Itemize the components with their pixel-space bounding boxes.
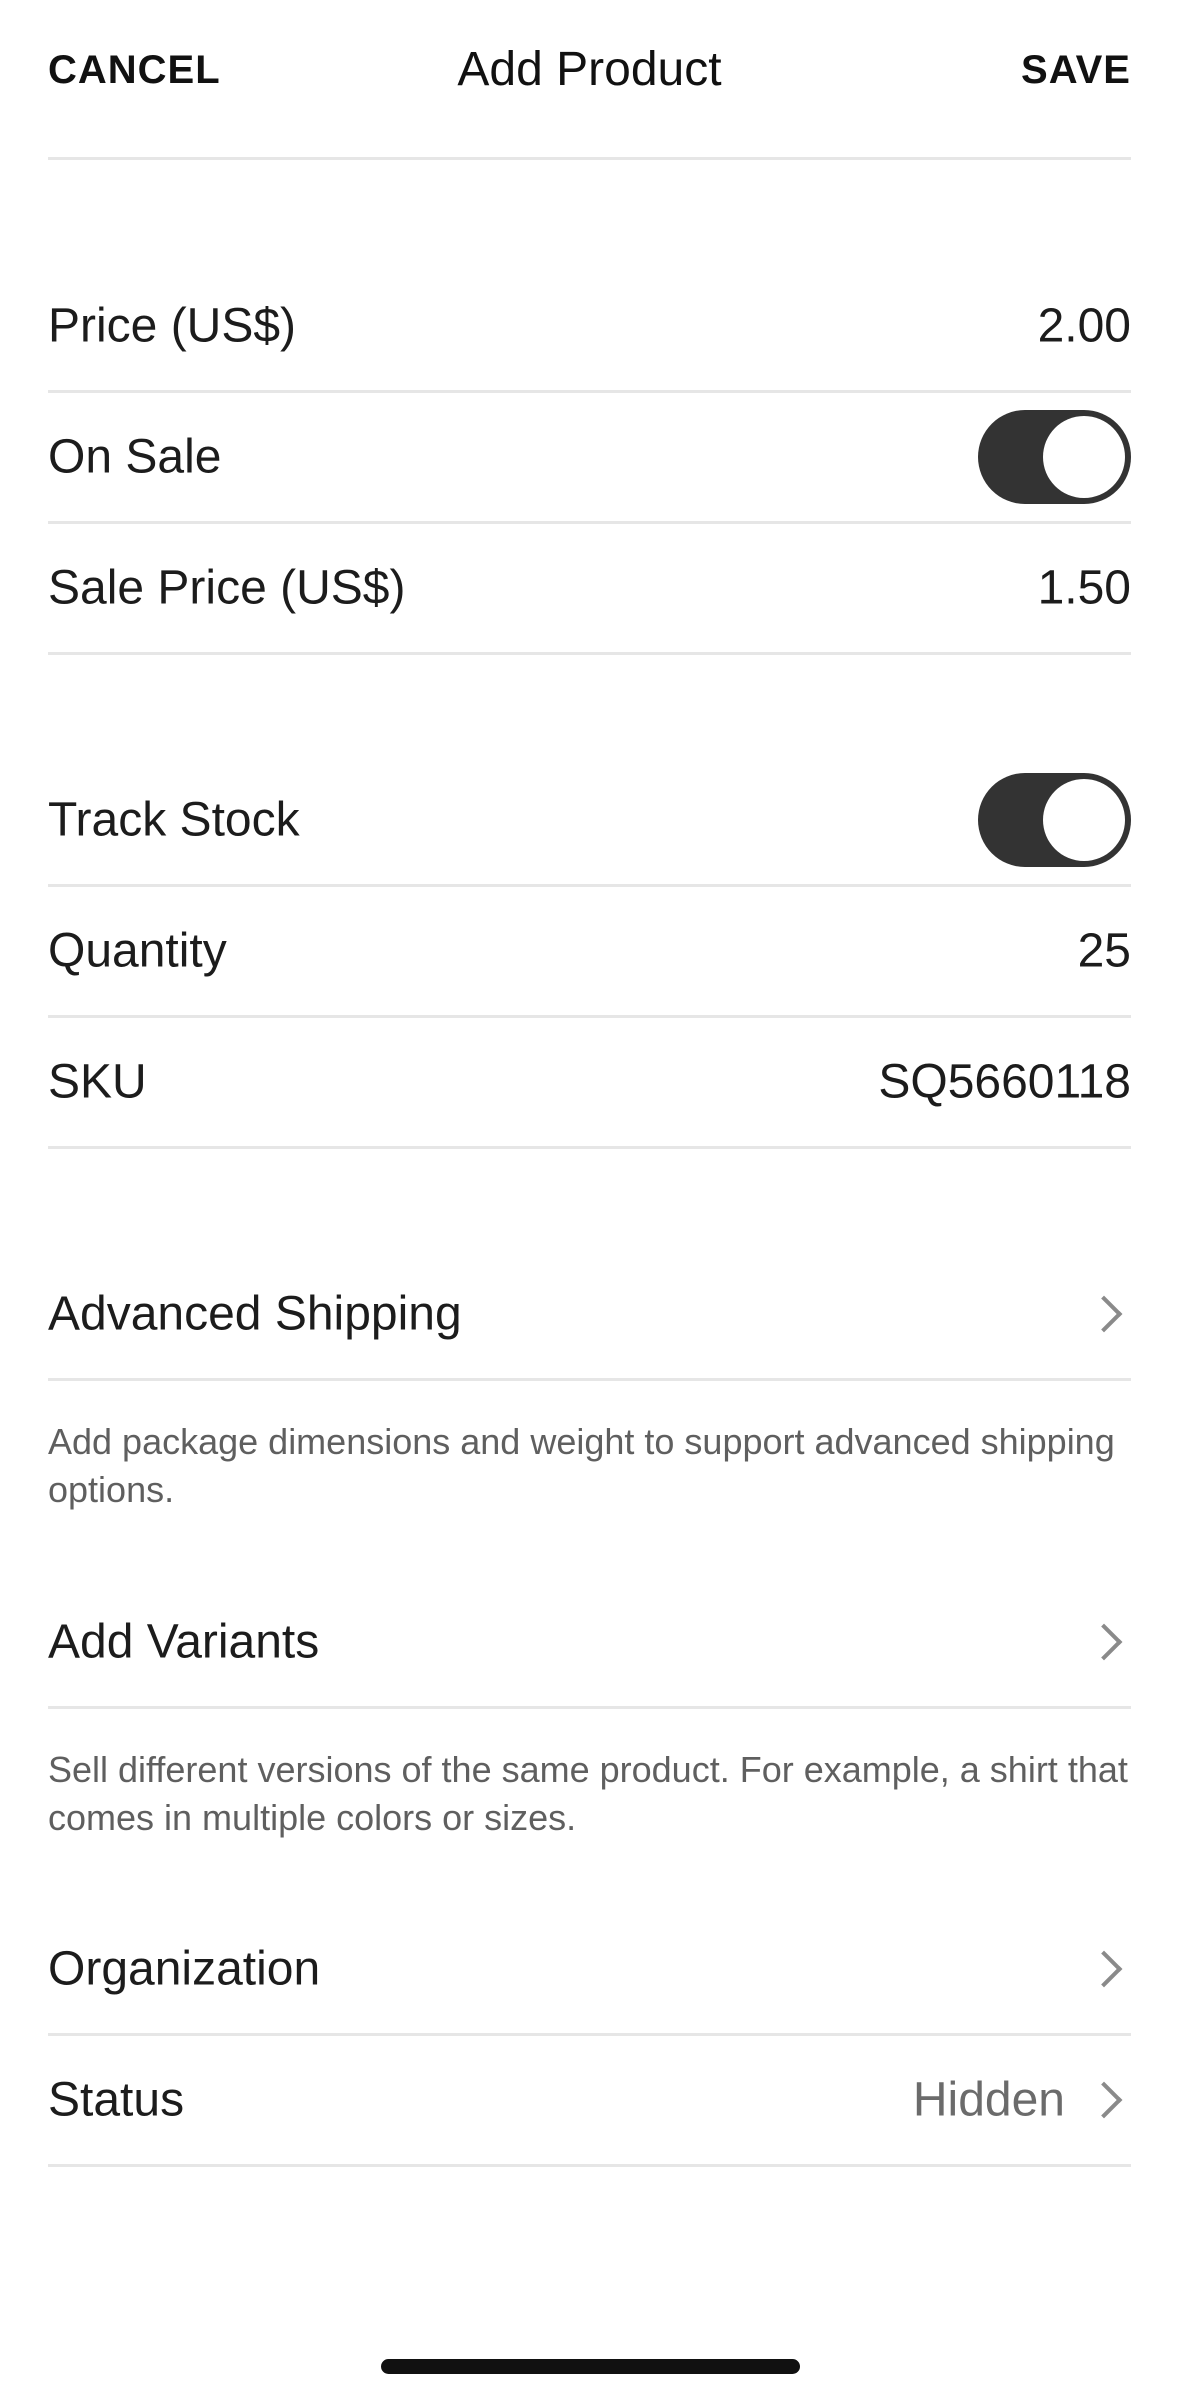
organization-row[interactable]: Organization [48, 1905, 1131, 2036]
add-variants-label: Add Variants [48, 1615, 320, 1669]
advanced-shipping-row[interactable]: Advanced Shipping [48, 1250, 1131, 1381]
nav-header: CANCEL Add Product SAVE [0, 0, 1179, 160]
header-divider [48, 157, 1131, 160]
save-button[interactable]: SAVE [1021, 44, 1131, 96]
advanced-shipping-label: Advanced Shipping [48, 1287, 462, 1341]
on-sale-label: On Sale [48, 430, 222, 484]
add-variants-helper: Sell different versions of the same prod… [48, 1749, 1128, 1838]
status-row[interactable]: Status Hidden [48, 2036, 1131, 2167]
home-indicator [381, 2359, 800, 2374]
sale-price-label: Sale Price (US$) [48, 561, 406, 615]
toggle-knob [1043, 779, 1125, 861]
sale-price-input[interactable]: 1.50 [1038, 561, 1131, 616]
add-variants-row[interactable]: Add Variants [48, 1578, 1131, 1709]
on-sale-row: On Sale [48, 393, 1131, 524]
chevron-right-icon [1085, 2081, 1123, 2119]
on-sale-toggle[interactable] [978, 410, 1131, 504]
track-stock-label: Track Stock [48, 793, 300, 847]
sku-input[interactable]: SQ5660118 [878, 1055, 1131, 1110]
chevron-right-icon [1085, 1295, 1123, 1333]
sale-price-row[interactable]: Sale Price (US$) 1.50 [48, 524, 1131, 655]
status-label: Status [48, 2073, 185, 2127]
quantity-label: Quantity [48, 924, 227, 978]
price-input[interactable]: 2.00 [1038, 299, 1131, 354]
sku-label: SKU [48, 1055, 147, 1109]
organization-label: Organization [48, 1942, 321, 1996]
page-title: Add Product [457, 43, 722, 96]
status-value: Hidden [912, 2073, 1065, 2127]
price-label: Price (US$) [48, 299, 297, 353]
toggle-knob [1043, 416, 1125, 498]
advanced-shipping-helper: Add package dimensions and weight to sup… [48, 1421, 1115, 1510]
sku-row[interactable]: SKU SQ5660118 [48, 1018, 1131, 1149]
chevron-right-icon [1085, 1623, 1123, 1661]
quantity-row[interactable]: Quantity 25 [48, 887, 1131, 1018]
track-stock-toggle[interactable] [978, 773, 1131, 867]
chevron-right-icon [1085, 1950, 1123, 1988]
quantity-input[interactable]: 25 [1078, 924, 1131, 979]
track-stock-row: Track Stock [48, 756, 1131, 887]
price-row[interactable]: Price (US$) 2.00 [48, 262, 1131, 393]
